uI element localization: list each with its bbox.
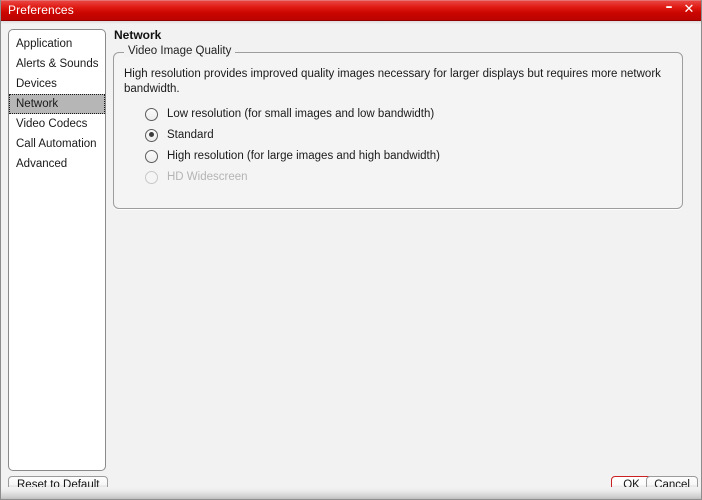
video-image-quality-group: Video Image Quality High resolution prov… bbox=[113, 45, 683, 209]
radio-label: High resolution (for large images and hi… bbox=[167, 150, 440, 162]
minimize-icon[interactable]: – bbox=[661, 0, 677, 18]
page-title: Network bbox=[114, 28, 162, 42]
sidebar-item-application[interactable]: Application bbox=[9, 34, 105, 54]
radio-standard[interactable]: Standard bbox=[145, 126, 214, 144]
close-icon[interactable]: ✕ bbox=[681, 2, 697, 18]
preferences-window: Preferences – ✕ Application Alerts & Sou… bbox=[0, 0, 702, 500]
group-description: High resolution provides improved qualit… bbox=[124, 68, 661, 95]
radio-circle-disabled-icon bbox=[145, 170, 158, 184]
radio-circle-icon bbox=[145, 149, 158, 163]
footer-gradient bbox=[1, 487, 701, 499]
sidebar-item-alerts-and-sounds[interactable]: Alerts & Sounds bbox=[9, 54, 105, 74]
sidebar-item-call-automation[interactable]: Call Automation bbox=[9, 134, 105, 154]
radio-circle-icon bbox=[145, 107, 158, 121]
dialog-body: Application Alerts & Sounds Devices Netw… bbox=[1, 24, 701, 499]
title-bar: Preferences – ✕ bbox=[1, 0, 701, 21]
category-list[interactable]: Application Alerts & Sounds Devices Netw… bbox=[8, 29, 106, 471]
sidebar-item-network[interactable]: Network bbox=[9, 94, 105, 114]
radio-circle-selected-icon bbox=[145, 128, 158, 142]
sidebar-item-devices[interactable]: Devices bbox=[9, 74, 105, 94]
radio-label: HD Widescreen bbox=[167, 171, 248, 183]
radio-label: Standard bbox=[167, 129, 214, 141]
window-title: Preferences bbox=[8, 3, 74, 17]
radio-hd-widescreen: HD Widescreen bbox=[145, 168, 248, 186]
sidebar-item-video-codecs[interactable]: Video Codecs bbox=[9, 114, 105, 134]
sidebar-item-advanced[interactable]: Advanced bbox=[9, 154, 105, 174]
radio-label: Low resolution (for small images and low… bbox=[167, 108, 435, 120]
group-legend: Video Image Quality bbox=[124, 45, 236, 57]
radio-high-resolution[interactable]: High resolution (for large images and hi… bbox=[145, 147, 440, 165]
radio-low-resolution[interactable]: Low resolution (for small images and low… bbox=[145, 105, 434, 123]
